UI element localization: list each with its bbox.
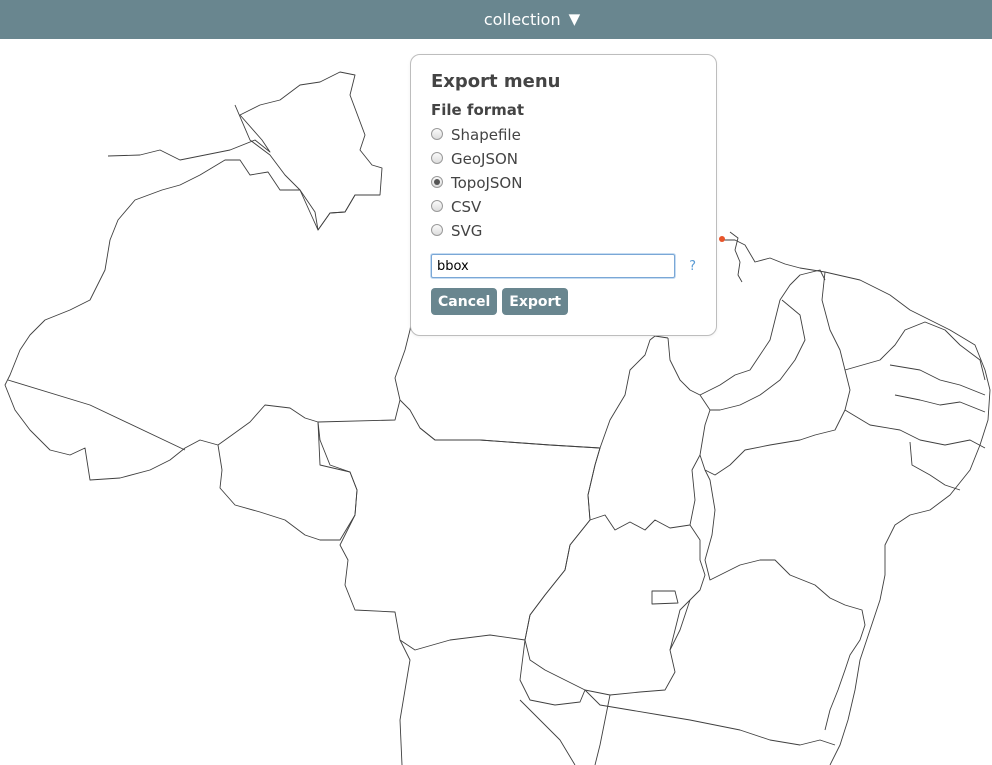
radio-selected-icon[interactable] [431, 175, 443, 188]
map-region-rondonia [217, 421, 358, 541]
map-region-al [909, 441, 961, 491]
caret-down-icon: ▼ [568, 10, 581, 28]
format-option-shapefile[interactable]: Shapefile [431, 123, 696, 147]
map-region-sp [519, 699, 576, 765]
map-region-tocantins [587, 337, 711, 531]
map-region-df [651, 590, 679, 605]
map-region-pb [894, 394, 986, 413]
radio-icon[interactable] [431, 127, 443, 140]
map-region-rn [889, 364, 986, 396]
format-option-svg[interactable]: SVG [431, 219, 696, 243]
map-region-ms [399, 639, 411, 765]
format-option-csv[interactable]: CSV [431, 195, 696, 219]
help-icon[interactable]: ? [689, 259, 696, 274]
options-row: ? [431, 254, 696, 278]
export-button[interactable]: Export [502, 288, 569, 315]
map-region-coast-islands [729, 231, 743, 283]
map-region-bahia [704, 469, 866, 731]
export-menu-title: Export menu [431, 71, 561, 92]
collection-label: collection [483, 10, 561, 29]
map-region-para [419, 335, 656, 449]
export-options-input[interactable] [431, 254, 676, 278]
map-region-mg [584, 689, 836, 746]
cancel-button[interactable]: Cancel [431, 288, 498, 315]
format-option-label: CSV [451, 198, 482, 216]
map-region-maranhao-coast [720, 239, 991, 765]
top-bar: collection ▼ [0, 0, 992, 39]
map-region-goias [524, 519, 691, 696]
map-region-bahia-west [669, 524, 706, 651]
export-menu-dialog: Export menu File format Shapefile GeoJSO… [410, 54, 717, 336]
collection-menu-toggle[interactable]: collection ▼ [484, 10, 580, 29]
format-option-topojson[interactable]: TopoJSON [431, 171, 696, 195]
map-region-ms-2 [519, 639, 586, 706]
map-marker[interactable] [719, 236, 725, 242]
map-region-mato-grosso [317, 399, 601, 651]
map-region-acre-line [7, 379, 186, 451]
dialog-buttons: Cancel Export [431, 288, 696, 315]
format-option-label: TopoJSON [451, 174, 523, 192]
format-option-label: Shapefile [451, 126, 521, 144]
radio-icon[interactable] [431, 223, 443, 236]
format-option-geojson[interactable]: GeoJSON [431, 147, 696, 171]
radio-icon[interactable] [431, 151, 443, 164]
map-region-west [4, 71, 416, 481]
map-region-ceara [844, 321, 986, 381]
map-region-para-upper [654, 335, 669, 339]
file-format-label: File format [431, 101, 525, 119]
map-region-pe [844, 409, 986, 449]
format-option-label: GeoJSON [451, 150, 519, 168]
format-option-label: SVG [451, 222, 483, 240]
radio-icon[interactable] [431, 199, 443, 212]
map-region-piaui [699, 271, 851, 476]
map-region-roraima [234, 104, 380, 231]
map-region-piaui-west [710, 299, 806, 411]
map-region-maranhao [699, 269, 826, 396]
